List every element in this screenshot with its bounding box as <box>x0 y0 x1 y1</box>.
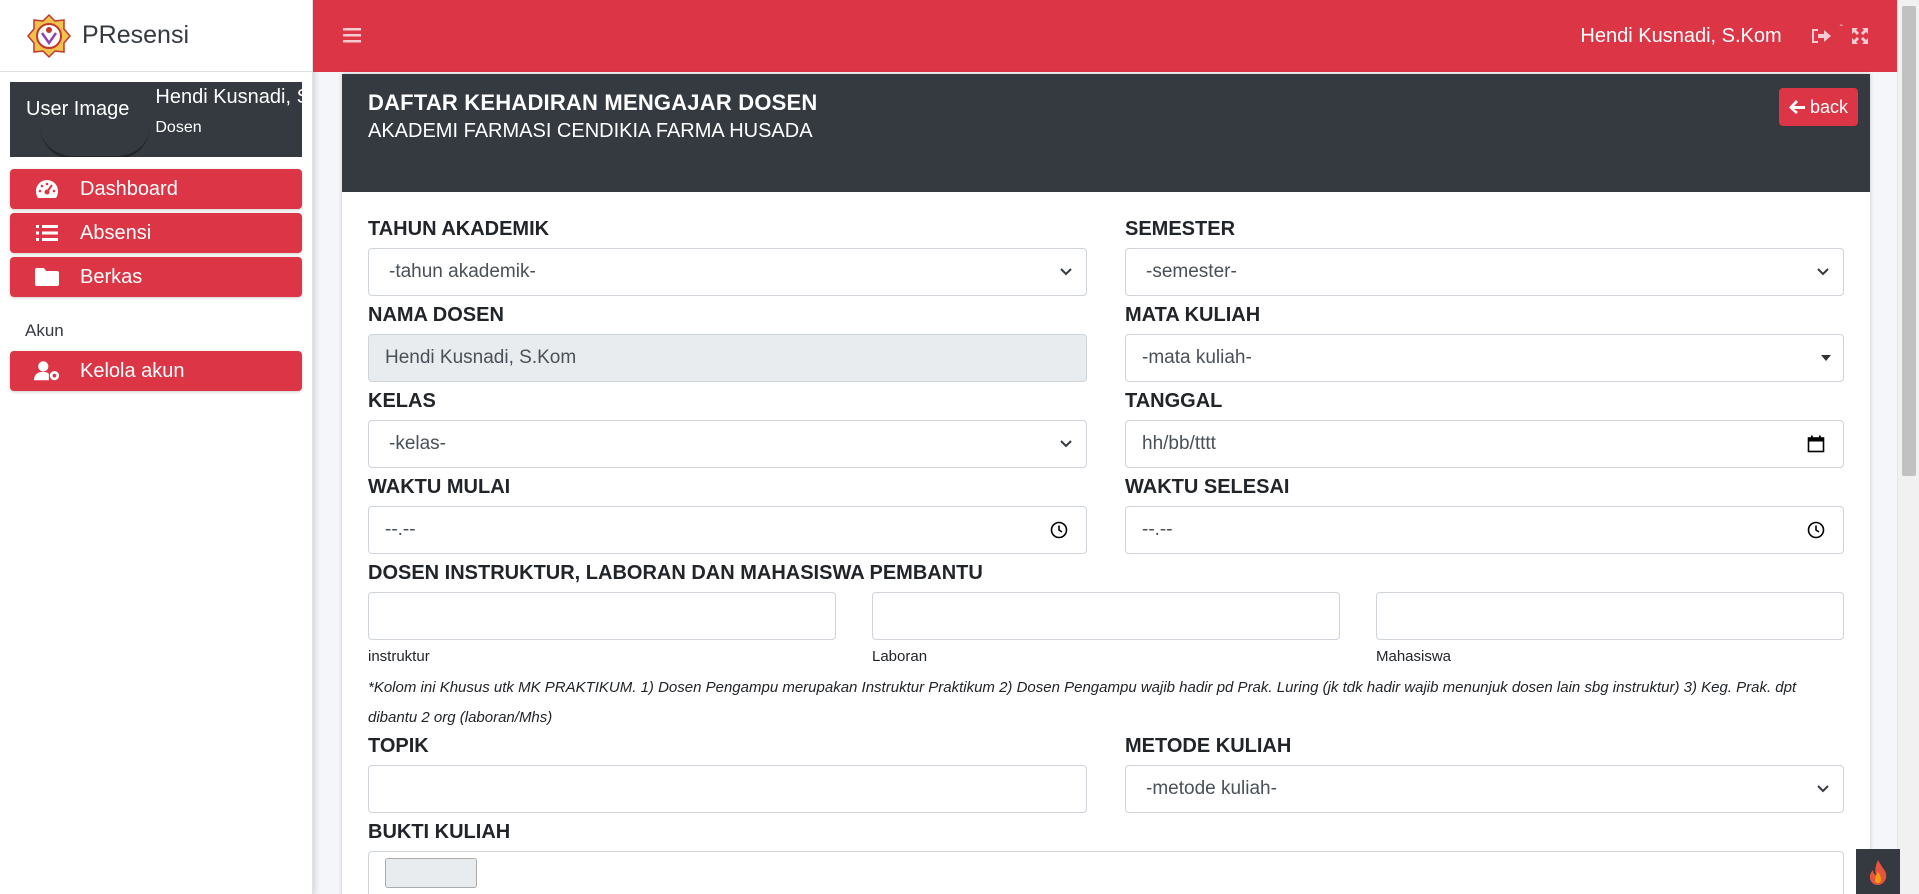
select-value: -mata kuliah- <box>1142 347 1252 368</box>
kelas-label: KELAS <box>368 390 436 412</box>
mahasiswa-input[interactable] <box>1376 592 1844 640</box>
tanggal-date-input[interactable]: hh/bb/tttt <box>1125 420 1844 468</box>
laboran-help: Laboran <box>872 648 928 665</box>
brand-name: PResensi <box>82 21 189 49</box>
caret-down-icon <box>1821 355 1831 361</box>
semester-label: SEMESTER <box>1125 218 1236 240</box>
pembantu-fields: instruktur Laboran Mahasiswa <box>368 592 1844 665</box>
chevron-down-icon <box>1817 268 1829 276</box>
mata-kuliah-label: MATA KULIAH <box>1125 304 1261 326</box>
fullscreen-icon[interactable] <box>1851 27 1869 45</box>
sidebar: PResensi User Image Hendi Kusnadi, S.Kom… <box>0 0 313 894</box>
calendar-icon[interactable] <box>1807 435 1825 453</box>
mata-kuliah-select[interactable]: -mata kuliah- <box>1125 334 1844 382</box>
user-cog-icon <box>34 360 60 382</box>
tahun-akademik-select[interactable]: -tahun akademik- <box>368 248 1087 296</box>
chevron-down-icon <box>1060 440 1072 448</box>
attendance-form: TAHUN AKADEMIK -tahun akademik- SEMESTER… <box>342 192 1870 894</box>
select-value: -metode kuliah- <box>1146 778 1277 799</box>
card-header: DAFTAR KEHADIRAN MENGAJAR DOSEN AKADEMI … <box>342 74 1870 192</box>
instruktur-input[interactable] <box>368 592 836 640</box>
sidebar-item-dashboard[interactable]: Dashboard <box>10 169 302 209</box>
nav-section-header: Akun <box>25 321 64 340</box>
sidebar-item-label: Absensi <box>80 221 152 244</box>
waktu-selesai-label: WAKTU SELESAI <box>1125 476 1290 498</box>
nama-dosen-field[interactable]: Hendi Kusnadi, S.Kom <box>368 334 1087 382</box>
waktu-mulai-time-input[interactable]: --.-- <box>368 506 1087 554</box>
metode-kuliah-select[interactable]: -metode kuliah- <box>1125 765 1844 813</box>
choose-file-button[interactable] <box>385 858 477 888</box>
tahun-akademik-label: TAHUN AKADEMIK <box>368 218 550 240</box>
list-icon <box>34 222 60 244</box>
clock-icon[interactable] <box>1807 521 1825 539</box>
dropdown-caret-icon[interactable]: ˆ <box>1840 24 1843 35</box>
attendance-card: DAFTAR KEHADIRAN MENGAJAR DOSEN AKADEMI … <box>342 74 1870 894</box>
sidebar-nav: Dashboard Absensi Berkas Akun Kelola aku… <box>10 169 302 391</box>
chevron-down-icon <box>1817 785 1829 793</box>
flame-icon[interactable] <box>1856 849 1900 894</box>
bukti-kuliah-label: BUKTI KULIAH <box>368 821 511 843</box>
back-button[interactable]: back <box>1779 88 1858 126</box>
nama-dosen-label: NAMA DOSEN <box>368 304 504 326</box>
brand-logo-icon <box>27 13 71 58</box>
tachometer-icon <box>34 178 60 200</box>
time-placeholder: --.-- <box>1142 519 1173 540</box>
date-placeholder: hh/bb/tttt <box>1142 433 1216 454</box>
user-role: Dosen <box>155 119 202 136</box>
topbar-user-name[interactable]: Hendi Kusnadi, S.Kom <box>1580 25 1781 48</box>
semester-select[interactable]: -semester- <box>1125 248 1844 296</box>
bukti-kuliah-file-input[interactable] <box>368 851 1844 894</box>
praktikum-note: *Kolom ini Khusus utk MK PRAKTIKUM. 1) D… <box>368 679 1797 726</box>
sign-out-icon[interactable] <box>1810 27 1832 45</box>
waktu-mulai-label: WAKTU MULAI <box>368 476 511 498</box>
chevron-down-icon <box>1060 268 1072 276</box>
clock-icon[interactable] <box>1050 521 1068 539</box>
sidebar-item-absensi[interactable]: Absensi <box>10 213 302 253</box>
field-value: Hendi Kusnadi, S.Kom <box>385 347 577 368</box>
scrollbar-thumb[interactable] <box>1902 6 1916 476</box>
topbar-right: Hendi Kusnadi, S.Kom ˆ <box>1580 24 1869 48</box>
mahasiswa-help: Mahasiswa <box>1376 648 1452 665</box>
user-image[interactable]: User Image <box>26 90 151 157</box>
scrollbar[interactable] <box>1897 0 1919 894</box>
select-value: -semester- <box>1146 261 1237 282</box>
hamburger-menu-icon[interactable] <box>343 22 361 50</box>
tanggal-label: TANGGAL <box>1125 390 1223 412</box>
back-label: back <box>1809 96 1849 117</box>
sidebar-item-berkas[interactable]: Berkas <box>10 257 302 297</box>
arrow-left-icon <box>1788 100 1805 114</box>
pembantu-label: DOSEN INSTRUKTUR, LABORAN DAN MAHASISWA … <box>368 562 983 584</box>
sidebar-item-label: Berkas <box>80 265 143 288</box>
folder-icon <box>34 266 60 288</box>
sidebar-item-kelola-akun[interactable]: Kelola akun <box>10 351 302 391</box>
sidebar-item-label: Kelola akun <box>80 359 185 382</box>
topbar: Hendi Kusnadi, S.Kom ˆ <box>313 0 1897 72</box>
brand[interactable]: PResensi <box>0 0 312 72</box>
user-panel: User Image Hendi Kusnadi, S.Kom Dosen <box>10 82 302 157</box>
select-value: -kelas- <box>389 433 447 454</box>
topik-label: TOPIK <box>368 735 429 757</box>
topik-input[interactable] <box>368 765 1087 813</box>
sidebar-item-label: Dashboard <box>80 177 178 200</box>
select-value: -tahun akademik- <box>389 261 536 282</box>
laboran-input[interactable] <box>872 592 1340 640</box>
page-title: DAFTAR KEHADIRAN MENGAJAR DOSEN <box>368 90 818 115</box>
waktu-selesai-time-input[interactable]: --.-- <box>1125 506 1844 554</box>
metode-kuliah-label: METODE KULIAH <box>1125 735 1292 757</box>
user-name[interactable]: Hendi Kusnadi, S.Kom <box>155 86 302 109</box>
kelas-select[interactable]: -kelas- <box>368 420 1087 468</box>
time-placeholder: --.-- <box>385 519 416 540</box>
instruktur-help: instruktur <box>368 648 430 665</box>
page-subtitle: AKADEMI FARMASI CENDIKIA FARMA HUSADA <box>368 120 813 142</box>
user-info: Hendi Kusnadi, S.Kom Dosen <box>155 86 302 137</box>
